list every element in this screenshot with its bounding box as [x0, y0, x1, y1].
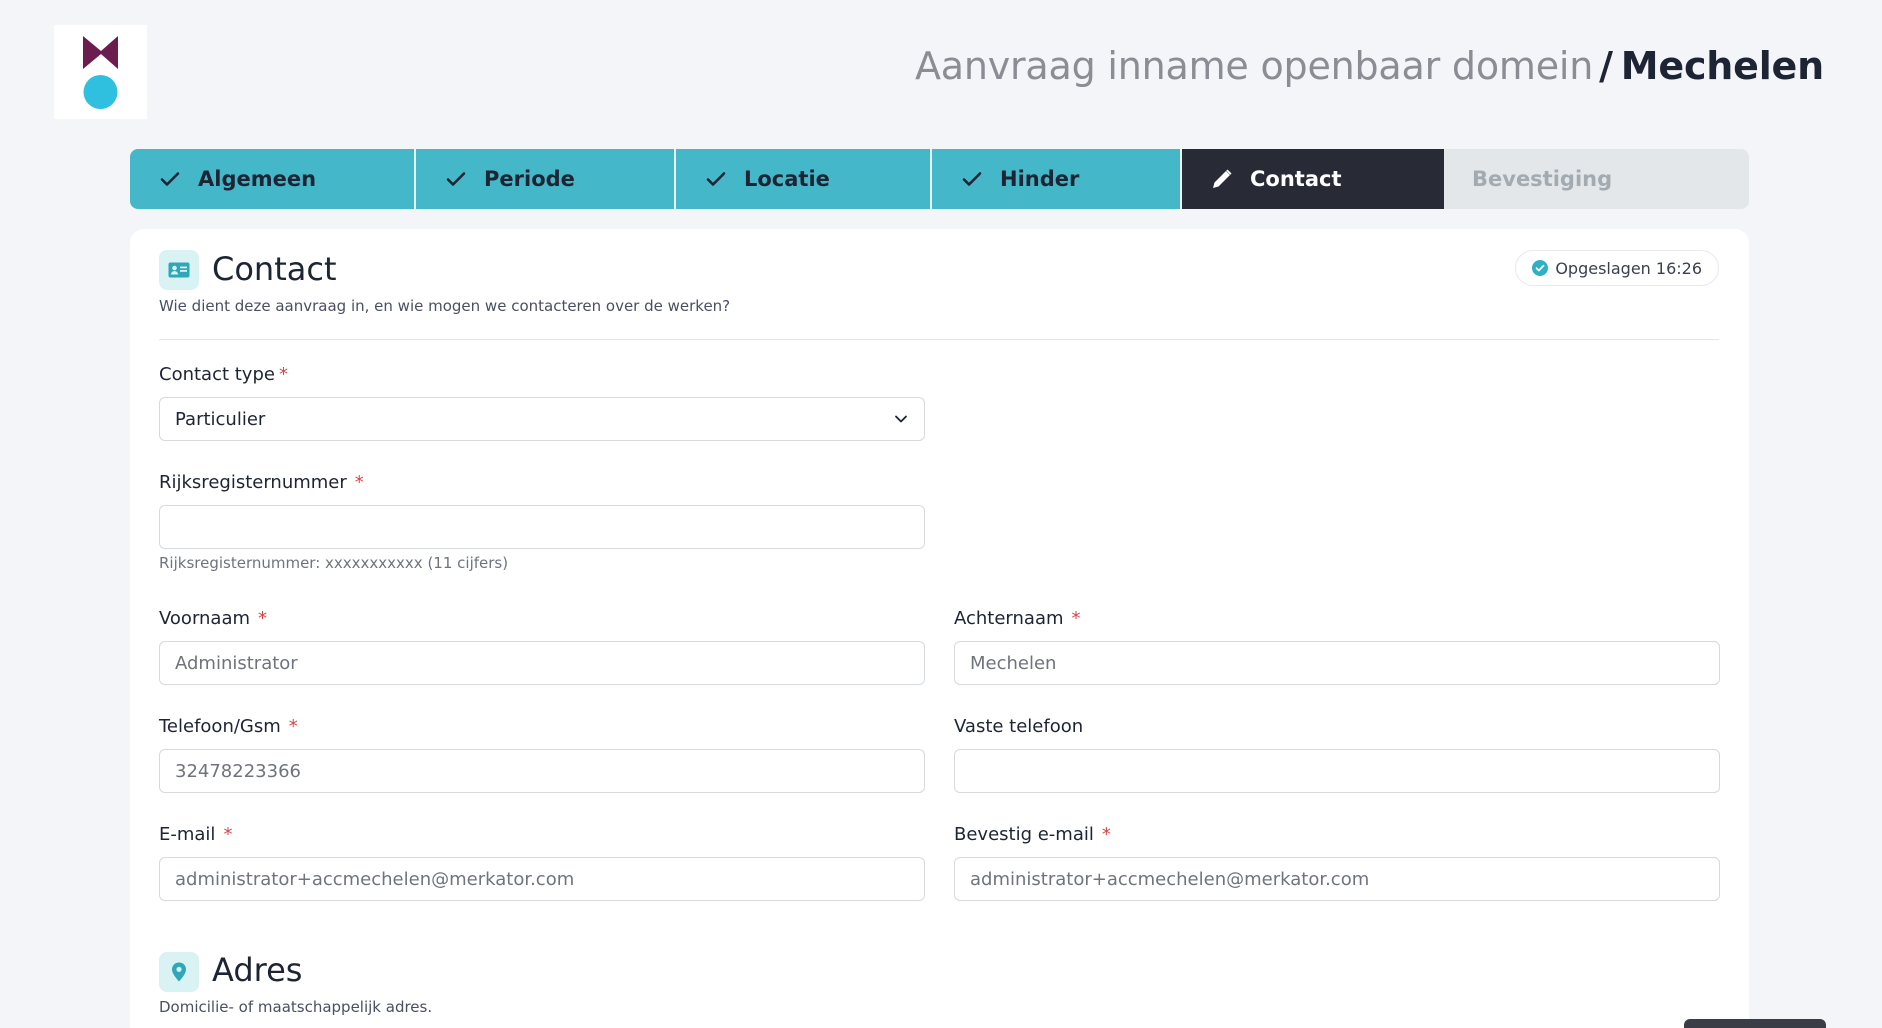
- step-hinder[interactable]: Hinder: [932, 149, 1180, 209]
- saved-status-badge: Opgeslagen 16:26: [1515, 250, 1719, 286]
- id-card-icon: [159, 250, 199, 290]
- voornaam-label: Voornaam *: [159, 608, 267, 629]
- step-label: Bevestiging: [1472, 167, 1613, 191]
- required-mark: *: [288, 716, 298, 737]
- step-label: Algemeen: [198, 167, 317, 191]
- required-mark: *: [258, 608, 268, 629]
- rijksregisternummer-input[interactable]: [159, 505, 925, 549]
- wizard-steps: Algemeen Periode Locatie Hinder Contact …: [130, 149, 1749, 209]
- pencil-icon: [1213, 169, 1232, 188]
- bevestig-email-input[interactable]: administrator+accmechelen@merkator.com: [954, 857, 1720, 901]
- required-mark: *: [278, 364, 288, 385]
- contact-type-label-text: Contact type: [159, 364, 275, 385]
- required-mark: *: [1071, 608, 1081, 629]
- achternaam-label: Achternaam *: [954, 608, 1081, 629]
- map-pin-icon: [159, 952, 199, 992]
- page-title-separator: /: [1599, 44, 1613, 88]
- achternaam-label-text: Achternaam: [954, 608, 1064, 629]
- chevron-down-icon: [895, 415, 907, 423]
- bevestig-email-label-text: Bevestig e-mail: [954, 824, 1094, 845]
- bevestig-email-label: Bevestig e-mail *: [954, 824, 1111, 845]
- page-title-prefix: Aanvraag inname openbaar domein: [914, 44, 1594, 88]
- vaste-telefoon-input[interactable]: [954, 749, 1720, 793]
- contact-type-label: Contact type *: [159, 364, 288, 385]
- form-card: Contact Wie dient deze aanvraag in, en w…: [130, 229, 1749, 1028]
- check-icon: [706, 172, 726, 186]
- page-title-city: Mechelen: [1620, 44, 1824, 88]
- telefoon-gsm-label: Telefoon/Gsm *: [159, 716, 298, 737]
- voornaam-input[interactable]: Administrator: [159, 641, 925, 685]
- vaste-telefoon-label: Vaste telefoon: [954, 716, 1084, 737]
- contact-type-select[interactable]: Particulier: [159, 397, 925, 441]
- email-input[interactable]: administrator+accmechelen@merkator.com: [159, 857, 925, 901]
- step-contact[interactable]: Contact: [1182, 149, 1444, 209]
- rijksregisternummer-hint: Rijksregisternummer: xxxxxxxxxxx (11 cij…: [159, 554, 509, 572]
- mechelen-logo[interactable]: [54, 25, 147, 119]
- page-title: Aanvraag inname openbaar domein / Mechelen: [915, 44, 1824, 88]
- contact-section-subtitle: Wie dient deze aanvraag in, en wie mogen…: [159, 297, 731, 315]
- step-algemeen[interactable]: Algemeen: [130, 149, 414, 209]
- telefoon-gsm-input[interactable]: 32478223366: [159, 749, 925, 793]
- achternaam-input[interactable]: Mechelen: [954, 641, 1720, 685]
- step-locatie[interactable]: Locatie: [676, 149, 930, 209]
- saved-status-text: Opgeslagen 16:26: [1555, 258, 1702, 278]
- required-mark: *: [354, 472, 364, 493]
- step-bevestiging[interactable]: Bevestiging: [1444, 149, 1749, 209]
- step-label: Hinder: [1000, 167, 1080, 191]
- telefoon-gsm-label-text: Telefoon/Gsm: [159, 716, 281, 737]
- step-label: Contact: [1250, 167, 1342, 191]
- address-section-subtitle: Domicilie- of maatschappelijk adres.: [159, 998, 433, 1016]
- required-mark: *: [1101, 824, 1111, 845]
- rijksregisternummer-label-text: Rijksregisternummer: [159, 472, 347, 493]
- check-icon: [962, 172, 982, 186]
- floating-bottom-tab[interactable]: [1684, 1019, 1826, 1028]
- email-label: E-mail *: [159, 824, 232, 845]
- step-label: Locatie: [744, 167, 830, 191]
- contact-type-value: Particulier: [175, 408, 266, 430]
- contact-section-title: Contact: [212, 250, 337, 288]
- check-icon: [160, 172, 180, 186]
- section-divider: [159, 339, 1719, 340]
- step-periode[interactable]: Periode: [416, 149, 674, 209]
- rijksregisternummer-label: Rijksregisternummer *: [159, 472, 364, 493]
- voornaam-label-text: Voornaam: [159, 608, 251, 629]
- required-mark: *: [223, 824, 233, 845]
- step-label: Periode: [484, 167, 575, 191]
- address-section-title: Adres: [212, 951, 303, 989]
- email-label-text: E-mail: [159, 824, 216, 845]
- check-icon: [446, 172, 466, 186]
- check-circle-icon: [1532, 260, 1549, 276]
